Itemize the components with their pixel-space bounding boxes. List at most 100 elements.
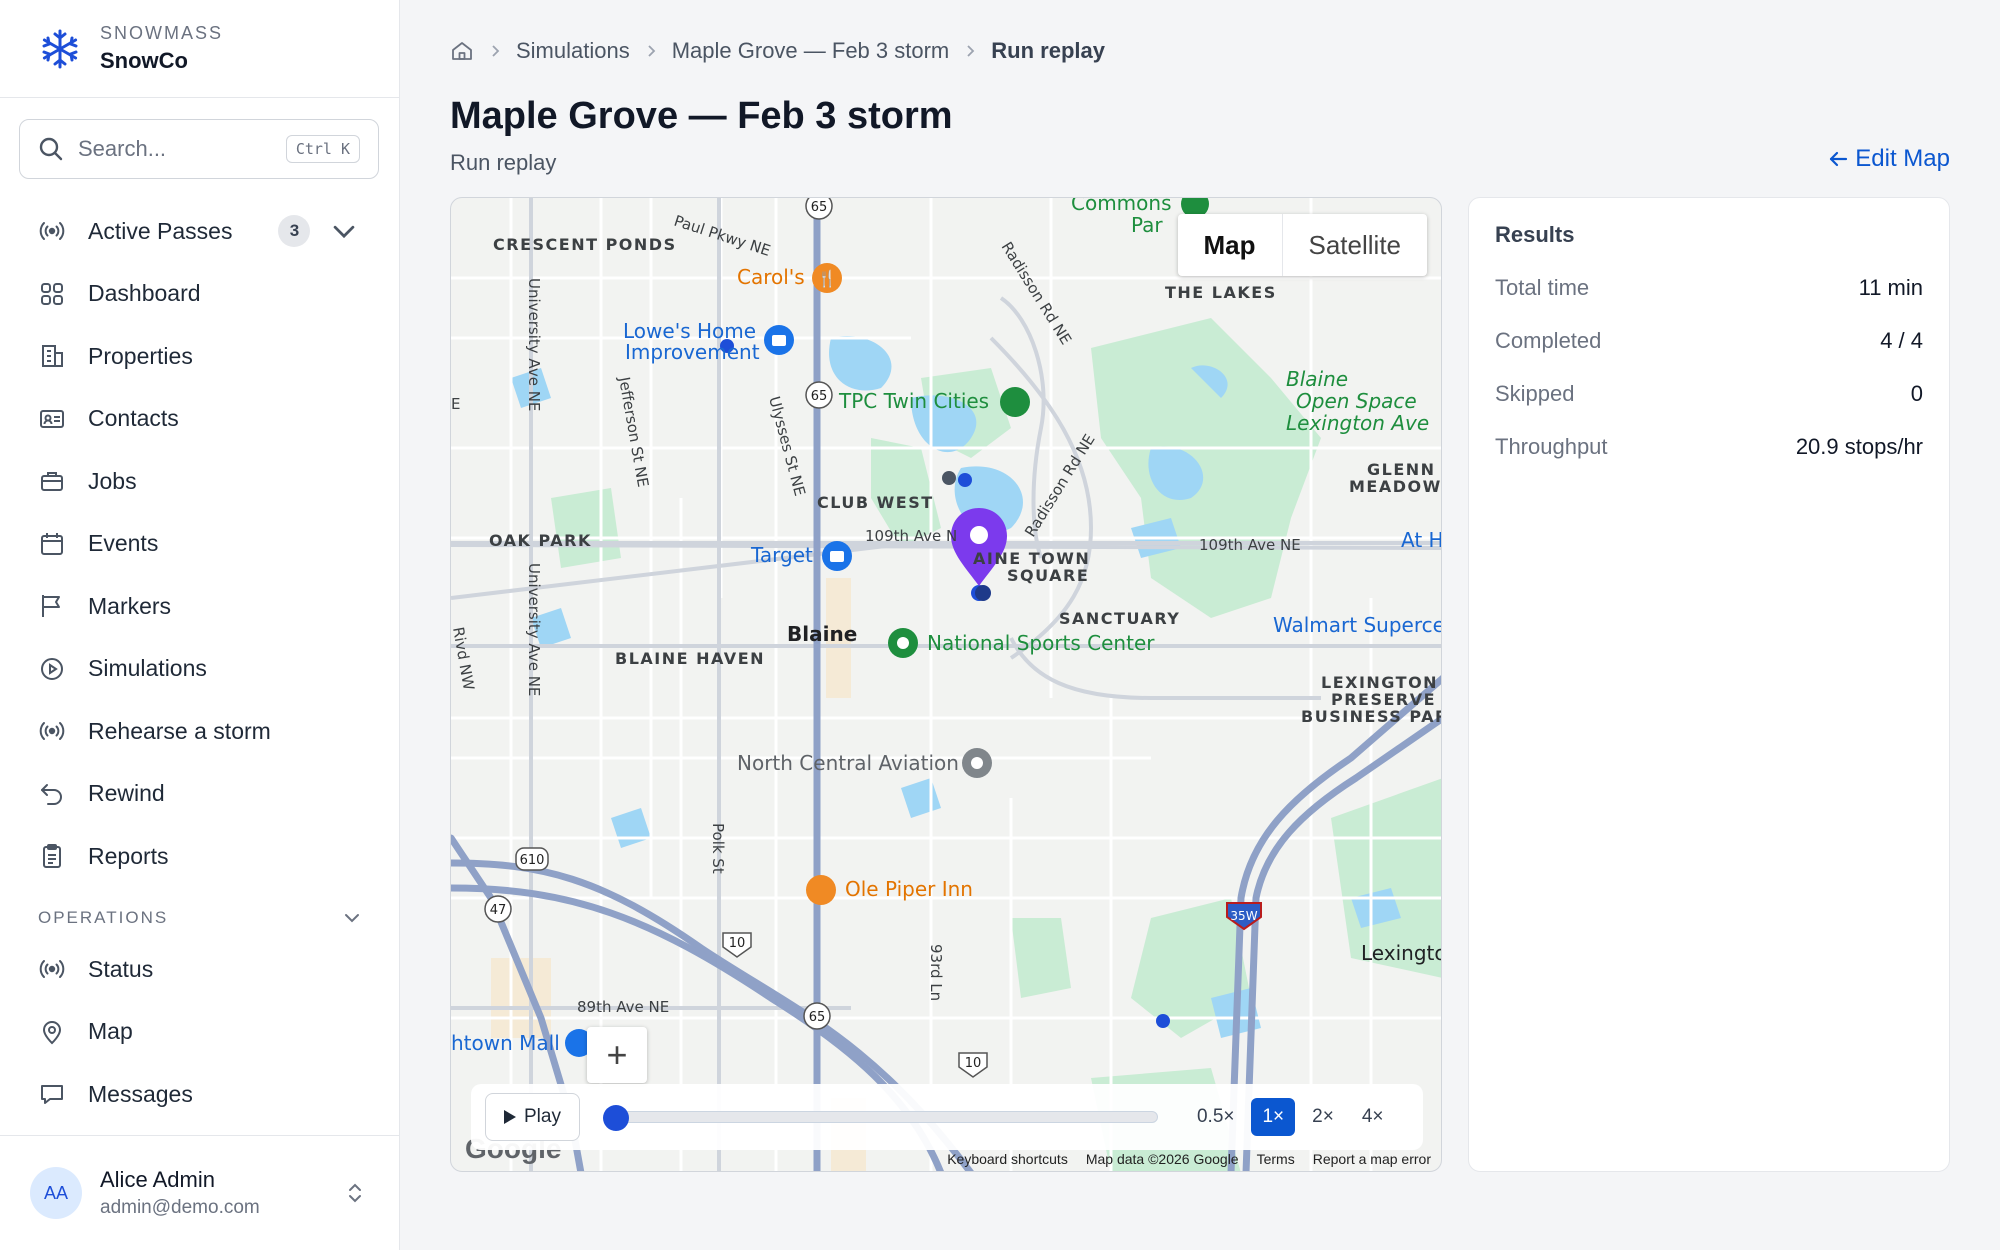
map-type-satellite-button[interactable]: Satellite [1283, 214, 1428, 276]
nav-item-rehearse-a-storm[interactable]: Rehearse a storm [0, 700, 400, 763]
chevron-right-icon [648, 45, 655, 57]
nav-item-simulations[interactable]: Simulations [0, 638, 400, 701]
street-109-b: 109th Ave NE [1199, 536, 1301, 554]
brand[interactable]: SNOWMASS SnowCo [0, 0, 399, 98]
operations-nav: Status Map Messages [0, 938, 400, 1126]
operations-section-header[interactable]: OPERATIONS [38, 908, 362, 928]
street-university-2: University Ave NE [525, 563, 543, 696]
street-93rd: 93rd Ln [927, 944, 945, 1001]
speed-option[interactable]: 0.5× [1186, 1098, 1246, 1136]
map-label-crescent-ponds: CRESCENT PONDS [493, 235, 677, 254]
nav-label: Reports [88, 842, 169, 869]
nav-label: Contacts [88, 405, 179, 432]
nav-label: Messages [88, 1080, 193, 1107]
nav-label: Map [88, 1018, 133, 1045]
home-icon[interactable] [450, 39, 474, 63]
map-label-oak-park: OAK PARK [489, 531, 592, 550]
nav-item-dashboard[interactable]: Dashboard [0, 263, 400, 326]
map-label-open-space-2: Open Space [1296, 389, 1417, 413]
street-university-1: University Ave NE [525, 278, 543, 411]
zoom-in-button[interactable]: + [587, 1027, 647, 1083]
results-title: Results [1495, 222, 1575, 247]
map-label-town-square-2: SQUARE [1007, 566, 1089, 585]
count-badge: 3 [278, 215, 311, 248]
result-row: Total time 11 min [1495, 275, 1923, 301]
user-email: admin@demo.com [100, 1197, 260, 1218]
stop-marker [942, 471, 956, 485]
breadcrumb-simulations[interactable]: Simulations [516, 38, 630, 64]
map-attribution: Keyboard shortcuts Map data ©2026 Google… [929, 1151, 1431, 1167]
keyboard-shortcuts-link[interactable]: Keyboard shortcuts [947, 1151, 1068, 1167]
slider-thumb[interactable] [602, 1105, 629, 1131]
nav-item-properties[interactable]: Properties [0, 325, 400, 388]
map-tiles[interactable]: 🍴 65 65 65 610 47 10 10 35W CRESCENT PON… [451, 198, 1442, 1172]
page-subtitle: Run replay [450, 150, 557, 175]
user-menu[interactable]: AA Alice Admin admin@demo.com [0, 1135, 400, 1250]
play-button[interactable]: Play [485, 1093, 580, 1141]
poi-tpc: TPC Twin Cities [838, 389, 989, 413]
search-icon [39, 137, 63, 161]
map-type-map-button[interactable]: Map [1178, 214, 1283, 276]
poi-national-sports: National Sports Center [927, 631, 1155, 655]
section-label: OPERATIONS [38, 908, 169, 927]
nav-item-jobs[interactable]: Jobs [0, 450, 400, 513]
arrow-left-icon [1830, 151, 1848, 167]
local-streets [451, 198, 1441, 1171]
result-label: Throughput [1495, 434, 1608, 459]
nav-label: Jobs [88, 467, 137, 494]
map-label-commons-2: Par [1131, 213, 1163, 237]
nav-item-markers[interactable]: Markers [0, 575, 400, 638]
snowflake-icon [42, 29, 78, 68]
nav-item-reports[interactable]: Reports [0, 825, 400, 888]
chevron-down-icon[interactable] [342, 908, 362, 928]
chevron-up-down-icon[interactable] [344, 1180, 366, 1206]
nav-item-rewind[interactable]: Rewind [0, 763, 400, 826]
shield-65-c: 65 [809, 1010, 826, 1025]
speed-selector: 0.5× 1× 2× 4× [1186, 1098, 1401, 1136]
park-areas [551, 318, 1441, 1171]
map-label-club-west: CLUB WEST [817, 493, 934, 512]
nav-item-status[interactable]: Status [0, 938, 400, 1001]
street-radisson-1: Radisson Rd NE [998, 239, 1076, 348]
avatar: AA [30, 1167, 82, 1219]
nav-item-active-passes[interactable]: Active Passes 3 [0, 200, 400, 263]
nav-item-events[interactable]: Events [0, 513, 400, 576]
replay-slider[interactable] [602, 1105, 1158, 1131]
contact-card-icon [40, 409, 64, 428]
street-89: 89th Ave NE [577, 998, 669, 1016]
street-rivd: Rivd NW [451, 626, 478, 692]
report-error-link[interactable]: Report a map error [1313, 1151, 1431, 1167]
speed-option[interactable]: 4× [1351, 1098, 1395, 1136]
map-canvas[interactable]: 🍴 65 65 65 610 47 10 10 35W CRESCENT PON… [450, 197, 1442, 1172]
nav-item-map[interactable]: Map [0, 1001, 400, 1064]
nav-label: Rehearse a storm [88, 717, 271, 744]
map-label-lexington-3: BUSINESS PARK [1301, 707, 1442, 726]
nav-item-contacts[interactable]: Contacts [0, 388, 400, 451]
stop-marker [975, 585, 991, 601]
breadcrumb: Simulations Maple Grove — Feb 3 storm Ru… [450, 38, 1105, 64]
poi-walmart: Walmart Superce [1273, 613, 1442, 637]
chevron-down-icon[interactable] [330, 217, 358, 245]
poi-target: Target [750, 543, 813, 567]
chat-icon [41, 1085, 63, 1105]
user-name: Alice Admin [100, 1167, 215, 1192]
nav-label: Rewind [88, 780, 165, 807]
map-label-lexington-city: Lexingto [1361, 941, 1442, 965]
result-label: Completed [1495, 328, 1602, 353]
search-box[interactable]: Ctrl K [19, 119, 379, 179]
terms-link[interactable]: Terms [1257, 1151, 1295, 1167]
poi-ole-piper: Ole Piper Inn [845, 877, 973, 901]
street-edge-e: E [451, 395, 460, 413]
speed-option[interactable]: 2× [1301, 1098, 1345, 1136]
shield-10-a: 10 [729, 936, 746, 951]
speed-option[interactable]: 1× [1251, 1098, 1296, 1136]
breadcrumb-storm[interactable]: Maple Grove — Feb 3 storm [672, 38, 950, 64]
nav-item-messages[interactable]: Messages [0, 1063, 400, 1126]
search-input[interactable] [78, 136, 278, 162]
results-panel: Results Total time 11 min Completed 4 / … [1468, 197, 1950, 1172]
nav-label: Active Passes [88, 217, 233, 244]
map-label-glenn-2: MEADOWS [1349, 477, 1442, 496]
map-pin-icon [42, 1020, 62, 1045]
chevron-right-icon [492, 45, 500, 57]
edit-map-link[interactable]: Edit Map [1827, 145, 1950, 173]
